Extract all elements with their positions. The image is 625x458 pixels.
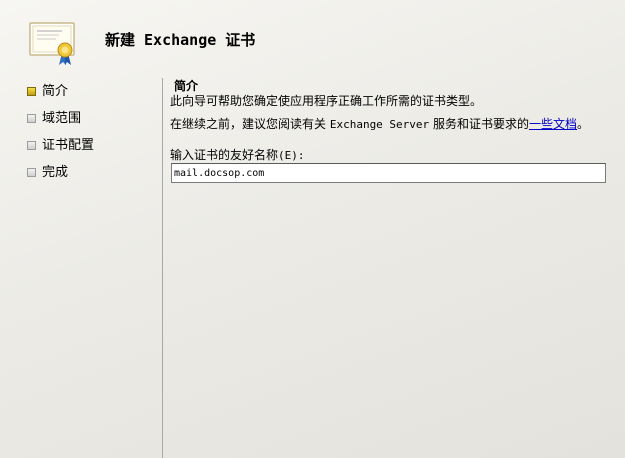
step-introduction[interactable]: 简介 <box>27 84 157 111</box>
step-completion[interactable]: 完成 <box>27 165 157 192</box>
recommendation-text: 在继续之前，建议您阅读有关 Exchange Server 服务和证书要求的一些… <box>170 117 589 132</box>
friendly-name-input[interactable] <box>171 163 606 183</box>
intro-description: 此向导可帮助您确定使应用程序正确工作所需的证书类型。 <box>170 94 483 108</box>
certificate-icon <box>29 22 75 65</box>
wizard-title: 新建 Exchange 证书 <box>105 31 256 49</box>
panel-divider <box>162 78 163 458</box>
step-label: 域范围 <box>42 111 82 126</box>
product-name: Exchange Server <box>329 118 430 131</box>
square-bullet-icon <box>27 168 36 177</box>
friendly-name-label: 输入证书的友好名称(E): <box>170 148 305 163</box>
step-certificate-configuration[interactable]: 证书配置 <box>27 138 157 165</box>
square-bullet-icon <box>27 87 36 96</box>
step-label: 完成 <box>42 165 69 180</box>
wizard-header: 新建 Exchange 证书 <box>0 0 625 76</box>
step-label: 证书配置 <box>42 138 95 153</box>
step-domain-scope[interactable]: 域范围 <box>27 111 157 138</box>
step-label: 简介 <box>42 84 69 99</box>
recommend-middle: 服务和证书要求的 <box>429 117 529 131</box>
friendly-name-accesskey: (E): <box>278 149 305 162</box>
square-bullet-icon <box>27 141 36 150</box>
recommend-prefix: 在继续之前，建议您阅读有关 <box>170 117 330 131</box>
documentation-link[interactable]: 一些文档 <box>529 117 577 131</box>
recommend-suffix: 。 <box>577 117 590 131</box>
friendly-name-label-text: 输入证书的友好名称 <box>170 148 279 162</box>
wizard-steps: 简介 域范围 证书配置 完成 <box>27 84 157 192</box>
square-bullet-icon <box>27 114 36 123</box>
section-heading: 简介 <box>174 79 199 93</box>
